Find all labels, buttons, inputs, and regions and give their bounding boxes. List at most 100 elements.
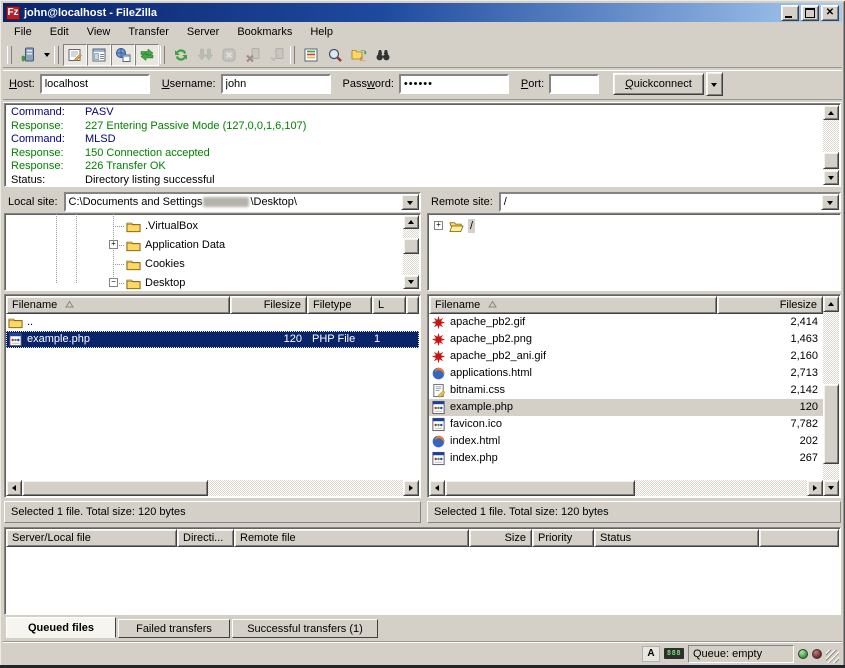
transfer-type-icon: A xyxy=(642,646,660,662)
menu-transfer[interactable]: Transfer xyxy=(119,23,178,41)
local-column-header-filesize[interactable]: Filesize xyxy=(230,296,307,314)
file-row-example-php[interactable]: example.php120PHP File1 xyxy=(6,331,419,348)
menu-bar: FileEditViewTransferServerBookmarksHelp xyxy=(3,22,842,42)
directory-comparison-button[interactable] xyxy=(323,44,347,66)
file-row-example-php[interactable]: example.php120 xyxy=(429,399,823,416)
quickconnect-dropdown[interactable] xyxy=(706,72,723,96)
local-site-dropdown[interactable] xyxy=(401,194,419,210)
remote-column-header-filesize[interactable]: Filesize xyxy=(717,296,823,314)
remote-site-dropdown[interactable] xyxy=(821,194,839,210)
tree-item-desktop[interactable]: −Desktop xyxy=(5,274,420,292)
column-header-label: Filesize xyxy=(264,299,301,311)
tab-successful-transfers-1-[interactable]: Successful transfers (1) xyxy=(232,619,378,638)
tab-queued-files[interactable]: Queued files xyxy=(6,617,116,638)
tree-item-label: / xyxy=(468,219,475,233)
column-header-label: Status xyxy=(600,532,631,544)
scroll-up-button[interactable] xyxy=(823,296,839,312)
minimize-button[interactable] xyxy=(781,5,799,21)
tree-expander-minus-icon[interactable]: − xyxy=(109,278,118,287)
tree-item-application-data[interactable]: +Application Data xyxy=(5,236,420,254)
file-row-apache-pb2-gif[interactable]: apache_pb2.gif2,414 xyxy=(429,314,823,331)
file-row-bitnami-css[interactable]: bitnami.css2,142 xyxy=(429,382,823,399)
local-column-header-blank[interactable] xyxy=(406,296,419,314)
reconnect-button[interactable] xyxy=(265,44,289,66)
process-queue-button[interactable] xyxy=(193,44,217,66)
quickconnect-button[interactable]: Quickconnect xyxy=(613,73,704,95)
tree-item-cookies[interactable]: Cookies xyxy=(5,255,420,273)
scroll-right-button[interactable] xyxy=(807,480,823,496)
toggle-transfer-queue-button[interactable] xyxy=(135,44,159,66)
resize-grip[interactable] xyxy=(826,650,839,663)
tree-item-root[interactable]: +/ xyxy=(428,217,840,235)
refresh-button[interactable] xyxy=(169,44,193,66)
file-row-favicon-ico[interactable]: favicon.ico7,782 xyxy=(429,416,823,433)
tree-expander-plus-icon[interactable]: + xyxy=(109,240,118,249)
port-input[interactable] xyxy=(549,74,599,94)
scroll-thumb[interactable] xyxy=(823,384,839,464)
file-row-index-php[interactable]: index.php267 xyxy=(429,450,823,467)
close-button[interactable]: ✕ xyxy=(821,5,839,21)
queue-column-header-directi-[interactable]: Directi... xyxy=(177,529,234,547)
log-line-label: Command: xyxy=(11,106,85,120)
local-site-combobox[interactable]: C:\Documents and Settings\Desktop\ xyxy=(64,192,421,212)
queue-column-header-status[interactable]: Status xyxy=(594,529,759,547)
directory-listing-filters-button[interactable] xyxy=(299,44,323,66)
menu-help[interactable]: Help xyxy=(301,23,342,41)
file-row-apache-pb2-png[interactable]: apache_pb2.png1,463 xyxy=(429,331,823,348)
local-column-header-filename[interactable]: Filename xyxy=(6,296,230,314)
folder-icon xyxy=(126,257,141,271)
file-name-cell: .. xyxy=(6,314,230,331)
menu-file[interactable]: File xyxy=(5,23,41,41)
menu-edit[interactable]: Edit xyxy=(41,23,78,41)
toggle-remote-tree-button[interactable] xyxy=(111,44,135,66)
scroll-down-button[interactable] xyxy=(403,275,419,289)
scroll-thumb[interactable] xyxy=(445,480,635,496)
disconnect-button[interactable] xyxy=(241,44,265,66)
scroll-down-button[interactable] xyxy=(823,170,839,185)
scroll-left-button[interactable] xyxy=(6,480,22,496)
tree-expander-plus-icon[interactable]: + xyxy=(434,221,443,230)
local-column-header-l[interactable]: L xyxy=(372,296,406,314)
queue-column-header-priority[interactable]: Priority xyxy=(532,529,594,547)
file-size-cell: 267 xyxy=(717,450,823,467)
host-input[interactable] xyxy=(40,74,150,94)
scroll-thumb[interactable] xyxy=(403,238,419,254)
file-modified-cell: 1 xyxy=(372,331,419,348)
synchronized-browsing-button[interactable] xyxy=(347,44,371,66)
toggle-message-log-button[interactable] xyxy=(63,44,87,66)
queue-column-header-remote-file[interactable]: Remote file xyxy=(234,529,469,547)
remote-column-header-filename[interactable]: Filename xyxy=(429,296,717,314)
tree-item--virtualbox[interactable]: .VirtualBox xyxy=(5,217,420,235)
scroll-down-button[interactable] xyxy=(823,480,839,496)
menu-view[interactable]: View xyxy=(78,23,120,41)
maximize-button[interactable] xyxy=(801,5,819,21)
site-manager-dropdown-button[interactable] xyxy=(40,44,53,66)
password-input[interactable] xyxy=(399,74,509,94)
site-manager-button[interactable] xyxy=(16,44,40,66)
file-row--[interactable]: .. xyxy=(6,314,419,331)
remote-site-combobox[interactable]: / xyxy=(499,192,841,212)
file-search-button[interactable] xyxy=(371,44,395,66)
scroll-right-button[interactable] xyxy=(403,480,419,496)
menu-server[interactable]: Server xyxy=(178,23,228,41)
queue-column-header-blank[interactable] xyxy=(759,529,839,547)
scroll-thumb[interactable] xyxy=(823,152,839,169)
file-row-apache-pb2-ani-gif[interactable]: apache_pb2_ani.gif2,160 xyxy=(429,348,823,365)
scroll-thumb[interactable] xyxy=(22,480,208,496)
menu-bookmarks[interactable]: Bookmarks xyxy=(228,23,301,41)
local-column-header-filetype[interactable]: Filetype xyxy=(307,296,372,314)
tab-failed-transfers[interactable]: Failed transfers xyxy=(118,619,230,638)
php-icon xyxy=(431,451,446,466)
queue-column-header-size[interactable]: Size xyxy=(469,529,532,547)
username-input[interactable] xyxy=(221,74,331,94)
queue-column-header-server-local-file[interactable]: Server/Local file xyxy=(6,529,177,547)
file-row-applications-html[interactable]: applications.html2,713 xyxy=(429,365,823,382)
cancel-operation-button[interactable] xyxy=(217,44,241,66)
speed-limit-icon[interactable]: 888 xyxy=(664,648,684,659)
scroll-left-button[interactable] xyxy=(429,480,445,496)
toolbar-grip[interactable] xyxy=(7,46,12,64)
scroll-up-button[interactable] xyxy=(403,215,419,229)
toggle-local-tree-button[interactable] xyxy=(87,44,111,66)
scroll-up-button[interactable] xyxy=(823,105,839,120)
file-row-index-html[interactable]: index.html202 xyxy=(429,433,823,450)
